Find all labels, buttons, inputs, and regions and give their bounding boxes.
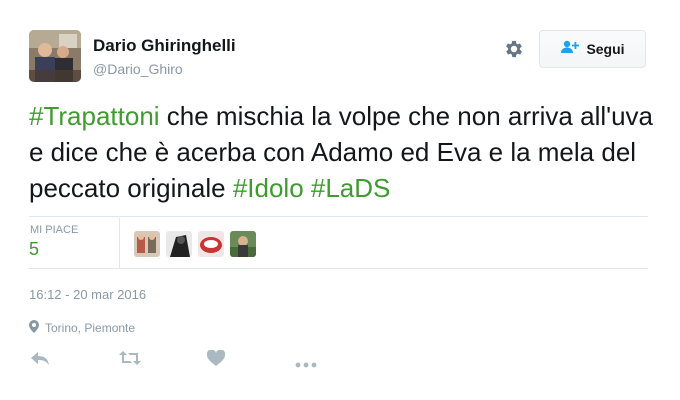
likers-list — [134, 231, 256, 257]
hashtag-lads[interactable]: #LaDS — [311, 173, 391, 203]
divider-bottom — [29, 268, 648, 269]
divider-top — [29, 216, 648, 217]
location-pin-icon — [29, 320, 39, 336]
stats-divider — [119, 218, 120, 268]
liker-avatar[interactable] — [166, 231, 192, 257]
follow-button-label: Segui — [586, 41, 625, 57]
more-icon[interactable] — [295, 355, 317, 373]
tweet-text: #Trapattoni che mischia la volpe che non… — [29, 98, 659, 206]
tweet-location[interactable]: Torino, Piemonte — [29, 320, 135, 336]
author-avatar[interactable] — [29, 30, 81, 82]
like-icon[interactable] — [206, 349, 226, 371]
hashtag-trapattoni[interactable]: #Trapattoni — [29, 101, 160, 131]
location-label: Torino, Piemonte — [45, 321, 136, 335]
follow-button[interactable]: Segui — [539, 30, 646, 68]
liker-avatar[interactable] — [198, 231, 224, 257]
tweet-text-space — [304, 173, 311, 203]
author-handle[interactable]: @Dario_Ghiro — [93, 61, 183, 77]
hashtag-idolo[interactable]: #Idolo — [233, 173, 304, 203]
liker-avatar[interactable] — [134, 231, 160, 257]
likes-count[interactable]: 5 — [29, 239, 39, 260]
tweet-timestamp[interactable]: 16:12 - 20 mar 2016 — [29, 287, 146, 302]
gear-icon[interactable] — [503, 38, 525, 60]
likes-label: MI PIACE — [30, 224, 79, 236]
retweet-icon[interactable] — [118, 350, 142, 371]
add-user-icon — [560, 40, 580, 59]
author-name[interactable]: Dario Ghiringhelli — [93, 36, 236, 56]
liker-avatar[interactable] — [230, 231, 256, 257]
reply-icon[interactable] — [30, 350, 50, 371]
